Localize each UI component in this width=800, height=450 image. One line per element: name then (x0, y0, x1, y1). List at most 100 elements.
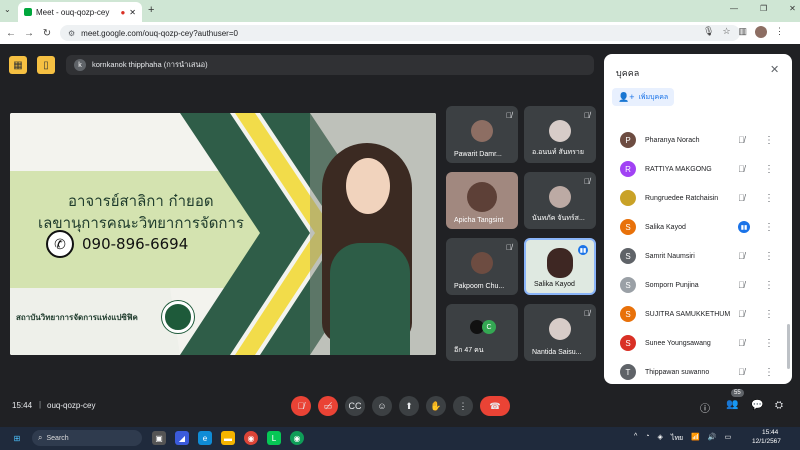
more-options-icon[interactable]: ⋮ (764, 367, 774, 378)
tab-list-button[interactable]: ⌄ (4, 5, 11, 14)
meet-favicon (24, 8, 32, 16)
wifi-icon[interactable]: 📶 (691, 433, 700, 444)
mic-off-icon: 🎙̸ (738, 338, 745, 348)
tray-app-icon-2[interactable]: ◈ (658, 433, 663, 444)
mic-permission-icon[interactable]: 🎙 (703, 26, 714, 38)
emoji-button[interactable]: ☺ (372, 396, 392, 416)
participant-tile[interactable]: 🎙̸ Nantida Saisu... (524, 304, 596, 361)
taskbar-search[interactable]: ⌕ Search (32, 430, 142, 446)
file-explorer-icon[interactable]: ▬ (221, 431, 235, 445)
language-label[interactable]: ไทย (671, 433, 683, 444)
forward-icon[interactable]: → (22, 26, 36, 40)
participant-row-name: Rungruedee Ratchaisin (645, 194, 719, 202)
back-icon[interactable]: ← (4, 26, 18, 40)
battery-icon[interactable]: ▭ (725, 433, 732, 444)
start-icon[interactable]: ⊞ (10, 431, 24, 445)
site-info-icon[interactable]: ⚙ (68, 29, 75, 38)
participant-row[interactable]: S Sunee Youngsawang 🎙̸ ⋮ (604, 329, 792, 357)
chrome-profile-icon[interactable]: ◉ (290, 431, 304, 445)
reload-icon[interactable]: ↻ (40, 26, 54, 40)
more-options-button[interactable]: ⋮ (453, 396, 473, 416)
speaking-participant-tile[interactable]: ▮▮ Salika Kayod (524, 238, 596, 295)
leave-call-button[interactable]: ☎ (480, 396, 510, 416)
participant-video (547, 248, 573, 279)
mic-off-icon: 🎙̸ (738, 193, 745, 203)
participant-tile[interactable]: 🎙̸ Pakpoom Chu... (446, 238, 518, 295)
panel-scrollbar[interactable] (787, 324, 790, 369)
participant-row-avatar (620, 190, 636, 206)
participant-row-avatar: S (620, 219, 636, 235)
captions-button[interactable]: CC (345, 396, 365, 416)
tray-expand-icon[interactable]: ^ (634, 433, 637, 444)
line-icon[interactable]: L (267, 431, 281, 445)
phone-icon: ✆ (46, 230, 74, 258)
info-icon[interactable]: ⓘ (700, 400, 710, 415)
raise-hand-button[interactable]: ✋ (426, 396, 446, 416)
participant-tile[interactable]: 🎙̸ นันทภัค จันทร์ส... (524, 172, 596, 229)
participant-row[interactable]: P Pharanya Norach 🎙̸ ⋮ (604, 126, 792, 154)
chat-icon[interactable]: 💬 (751, 400, 763, 411)
menu-kebab-icon[interactable]: ⋮ (775, 26, 784, 38)
participant-row[interactable]: T Thippawan suwanno 🎙̸ ⋮ (604, 358, 792, 384)
app-icon[interactable]: ◢ (175, 431, 189, 445)
more-options-icon[interactable]: ⋮ (764, 251, 774, 262)
close-panel-icon[interactable]: ✕ (770, 63, 779, 76)
more-options-icon[interactable]: ⋮ (764, 135, 774, 146)
more-options-icon[interactable]: ⋮ (764, 193, 774, 204)
more-options-icon[interactable]: ⋮ (764, 222, 774, 233)
bookmark-star-icon[interactable]: ☆ (722, 26, 730, 38)
participant-tile[interactable]: Apicha Tangsint (446, 172, 518, 229)
participant-row-avatar: R (620, 161, 636, 177)
participant-row[interactable]: S Samrit Naumsiri 🎙̸ ⋮ (604, 242, 792, 270)
restore-icon[interactable]: ❐ (760, 4, 767, 13)
people-button[interactable]: 👥 (726, 399, 738, 410)
address-bar[interactable]: ⚙ meet.google.com/ouq-qozp-cey?authuser=… (60, 25, 740, 41)
mic-toggle-button[interactable]: 🎙̸ (291, 396, 311, 416)
present-button[interactable]: ⬆ (399, 396, 419, 416)
mic-off-icon: 🎙̸ (738, 164, 745, 174)
close-window-icon[interactable]: ✕ (789, 4, 796, 13)
participant-row[interactable]: S SUJITRA SAMUKKETHUM 🎙̸ ⋮ (604, 300, 792, 328)
participant-video (467, 182, 497, 213)
add-people-button[interactable]: 👤+ เพิ่มบุคคล (612, 88, 674, 106)
participant-row[interactable]: S Salika Kayod ▮▮ ⋮ (604, 213, 792, 241)
more-options-icon[interactable]: ⋮ (764, 164, 774, 175)
more-participants-tile[interactable]: C อีก 47 คน (446, 304, 518, 361)
activities-icon[interactable]: ⛭ (775, 400, 783, 411)
participant-tile[interactable]: 🎙̸ Pawarit Damr... (446, 106, 518, 163)
participant-row-name: Somporn Punjina (645, 281, 699, 289)
edge-icon[interactable]: e (198, 431, 212, 445)
chrome-icon[interactable]: ◉ (244, 431, 258, 445)
speaking-indicator-icon: ▮▮ (738, 221, 750, 233)
more-options-icon[interactable]: ⋮ (764, 338, 774, 349)
participant-row-name: SUJITRA SAMUKKETHUM (645, 310, 731, 318)
mic-off-icon: 🎙̸ (584, 309, 590, 318)
participant-row[interactable]: S Somporn Punjina 🎙̸ ⋮ (604, 271, 792, 299)
system-tray: ^ ◔ ◈ ไทย 📶 🔊 ▭ (634, 433, 731, 444)
side-panel-icon[interactable]: ▥ (739, 26, 748, 38)
browser-tab[interactable]: Meet - ouq-qozp-cey ● ✕ (18, 2, 142, 22)
participant-tile[interactable]: 🎙̸ อ.อนนท์ สันทราย (524, 106, 596, 163)
profile-avatar[interactable] (755, 26, 768, 38)
presentation-icon[interactable]: ▯ (37, 56, 55, 74)
task-view-icon[interactable]: ▣ (152, 431, 166, 445)
tray-app-icon[interactable]: ◔ (645, 433, 649, 444)
mic-off-icon: 🎙̸ (738, 309, 745, 319)
slide-org: สถาบันวิทยาการจัดการแห่งแปซิฟิค (16, 313, 138, 322)
camera-toggle-button[interactable]: ▭̸ (318, 396, 338, 416)
more-options-icon[interactable]: ⋮ (764, 280, 774, 291)
clock-time[interactable]: 15:44 (762, 429, 778, 436)
layout-icon[interactable]: ▦ (9, 56, 27, 74)
minimize-icon[interactable]: — (730, 4, 738, 13)
new-tab-button[interactable]: + (148, 4, 154, 16)
participant-name: Nantida Saisu... (532, 349, 582, 356)
slide-line-2: เลขานุการคณะวิทยาการจัดการ (38, 214, 244, 232)
tab-close-icon[interactable]: ✕ (129, 8, 136, 17)
clock-date[interactable]: 12/1/2567 (752, 438, 781, 445)
more-options-icon[interactable]: ⋮ (764, 309, 774, 320)
participant-row[interactable]: Rungruedee Ratchaisin 🎙̸ ⋮ (604, 184, 792, 212)
volume-icon[interactable]: 🔊 (708, 433, 717, 444)
participant-name: Salika Kayod (534, 281, 575, 288)
mic-off-icon: 🎙̸ (738, 135, 745, 145)
participant-row[interactable]: R RATTIYA MAKGONG 🎙̸ ⋮ (604, 155, 792, 183)
